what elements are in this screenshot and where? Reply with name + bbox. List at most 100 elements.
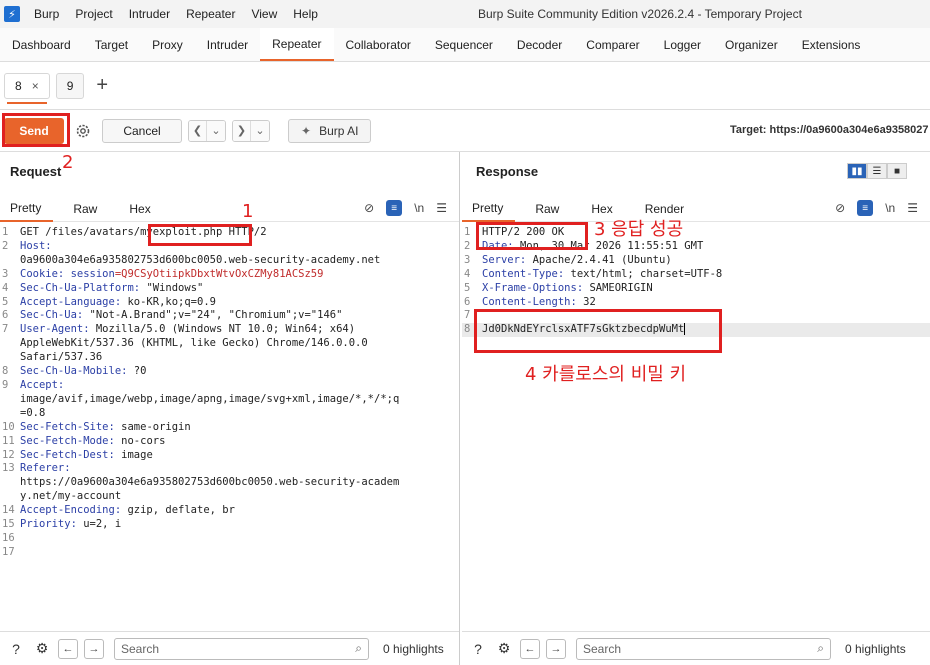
menu-help[interactable]: Help (285, 7, 326, 21)
search-input[interactable]: Search ⌕ (114, 637, 369, 660)
menu-icon[interactable]: ☰ (907, 201, 918, 215)
menu-burp[interactable]: Burp (26, 7, 67, 21)
menu-intruder[interactable]: Intruder (121, 7, 178, 21)
tab-sequencer[interactable]: Sequencer (423, 28, 505, 61)
tab-logger[interactable]: Logger (652, 28, 713, 61)
arrow-left-icon[interactable]: ← (520, 638, 540, 659)
arrow-right-icon[interactable]: → (84, 638, 104, 659)
code-line[interactable]: 5 X-Frame-Options: SAMEORIGIN (462, 282, 930, 296)
code-line[interactable]: Safari/537.36 (0, 351, 459, 365)
request-view-options: ⊘ ≡ \n ☰ (352, 200, 447, 216)
split-rows-icon[interactable]: ☰ (867, 163, 887, 179)
request-title: Request (10, 164, 62, 179)
repeater-tab-8[interactable]: 8 × (4, 72, 50, 104)
line-number (0, 254, 20, 268)
newline-toggle[interactable]: \n (885, 201, 895, 215)
arrow-left-icon[interactable]: ← (58, 638, 78, 659)
single-pane-icon[interactable]: ■ (887, 163, 907, 179)
line-number (0, 351, 20, 365)
line-number: 11 (2, 434, 15, 447)
search-placeholder: Search (583, 641, 622, 656)
help-icon[interactable]: ? (6, 639, 26, 659)
line-number: 8 (2, 365, 9, 378)
chevron-left-icon[interactable]: ❮ (189, 120, 207, 141)
code-line[interactable]: 3 Cookie: session=Q9CSyOtiipkDbxtWtvOxCZM… (0, 268, 459, 282)
request-editor[interactable]: 1 GET /files/avatars/myexploit.php HTTP/2… (0, 226, 459, 560)
chevron-down-icon[interactable]: ⌄ (251, 120, 269, 141)
code-line[interactable]: 9 Accept: (0, 379, 459, 393)
code-line[interactable]: 5 Accept-Language: ko-KR,ko;q=0.9 (0, 296, 459, 310)
tab-raw[interactable]: Raw (525, 196, 571, 222)
repeater-tab-9[interactable]: 9 (55, 72, 85, 99)
line-number: 2 (2, 239, 9, 252)
code-line[interactable]: 17 (0, 546, 459, 560)
cancel-button[interactable]: Cancel (102, 118, 182, 143)
tab-proxy[interactable]: Proxy (140, 28, 195, 61)
tab-target[interactable]: Target (83, 28, 140, 61)
list-icon[interactable]: ≡ (386, 200, 403, 216)
list-icon[interactable]: ≡ (857, 200, 874, 216)
tab-intruder[interactable]: Intruder (195, 28, 260, 61)
code-line[interactable]: =0.8 (0, 407, 459, 421)
search-input[interactable]: Search ⌕ (576, 637, 831, 660)
menu-icon[interactable]: ☰ (436, 201, 447, 215)
line-text: 0a9600a304e6a935802753d600bc0050.web-sec… (20, 253, 381, 266)
arrow-right-icon[interactable]: → (546, 638, 566, 659)
code-line[interactable]: image/avif,image/webp,image/apng,image/s… (0, 393, 459, 407)
code-line[interactable]: 4 Content-Type: text/html; charset=UTF-8 (462, 268, 930, 282)
burp-ai-button[interactable]: ✦ Burp AI (288, 118, 372, 143)
code-line[interactable]: 10 Sec-Fetch-Site: same-origin (0, 421, 459, 435)
help-icon[interactable]: ? (468, 639, 488, 659)
gear-icon[interactable]: ⚙ (494, 639, 514, 659)
eye-slash-icon[interactable]: ⊘ (835, 201, 845, 215)
repeater-subtabs: 8 × 9 + (0, 62, 930, 110)
response-search-bar: ? ⚙ ← → Search ⌕ 0 highlights (462, 631, 930, 665)
eye-slash-icon[interactable]: ⊘ (364, 201, 374, 215)
gear-icon[interactable] (72, 120, 94, 142)
tab-extensions[interactable]: Extensions (790, 28, 873, 61)
tab-pretty[interactable]: Pretty (0, 196, 54, 222)
code-line[interactable]: 16 (0, 532, 459, 546)
code-line[interactable]: 6 Content-Length: 32 (462, 296, 930, 310)
tab-organizer[interactable]: Organizer (713, 28, 790, 61)
line-text: Server: Apache/2.4.41 (Ubuntu) (482, 253, 672, 266)
tab-comparer[interactable]: Comparer (574, 28, 651, 61)
code-line[interactable]: 3 Server: Apache/2.4.41 (Ubuntu) (462, 254, 930, 268)
tab-collaborator[interactable]: Collaborator (334, 28, 423, 61)
code-line[interactable]: 11 Sec-Fetch-Mode: no-cors (0, 435, 459, 449)
code-line[interactable]: 6 Sec-Ch-Ua: "Not-A.Brand";v="24", "Chrom… (0, 309, 459, 323)
code-line[interactable]: AppleWebKit/537.36 (KHTML, like Gecko) C… (0, 337, 459, 351)
response-view-options: ⊘ ≡ \n ☰ (823, 200, 918, 216)
code-line[interactable]: https://0a9600a304e6a935802753d600bc0050… (0, 476, 459, 490)
menu-project[interactable]: Project (67, 7, 120, 21)
code-line[interactable]: 4 Sec-Ch-Ua-Platform: "Windows" (0, 282, 459, 296)
code-line[interactable]: 12 Sec-Fetch-Dest: image (0, 449, 459, 463)
tab-dashboard[interactable]: Dashboard (0, 28, 83, 61)
main-tabs: Dashboard Target Proxy Intruder Repeater… (0, 28, 930, 62)
code-line[interactable]: y.net/my-account (0, 490, 459, 504)
chevron-down-icon[interactable]: ⌄ (207, 120, 225, 141)
line-text: AppleWebKit/537.36 (KHTML, like Gecko) C… (20, 337, 368, 350)
code-line[interactable]: 7 User-Agent: Mozilla/5.0 (Windows NT 10.… (0, 323, 459, 337)
menu-view[interactable]: View (243, 7, 285, 21)
code-line[interactable]: 13 Referer: (0, 462, 459, 476)
code-line[interactable]: 8 Sec-Ch-Ua-Mobile: ?0 (0, 365, 459, 379)
gear-icon[interactable]: ⚙ (32, 639, 52, 659)
chevron-right-icon[interactable]: ❯ (233, 120, 251, 141)
split-columns-icon[interactable]: ▮▮ (847, 163, 867, 179)
annotation-box-status (476, 222, 588, 250)
close-icon[interactable]: × (32, 79, 39, 93)
tab-raw[interactable]: Raw (63, 196, 109, 222)
code-line[interactable]: 0a9600a304e6a935802753d600bc0050.web-sec… (0, 254, 459, 268)
code-line[interactable]: 15 Priority: u=2, i (0, 518, 459, 532)
tab-pretty[interactable]: Pretty (462, 196, 516, 222)
tab-hex[interactable]: Hex (119, 196, 162, 222)
menu-repeater[interactable]: Repeater (178, 7, 243, 21)
line-number: 9 (2, 378, 9, 391)
tab-repeater[interactable]: Repeater (260, 28, 334, 61)
code-line[interactable]: 14 Accept-Encoding: gzip, deflate, br (0, 504, 459, 518)
plus-icon[interactable]: + (96, 74, 108, 97)
target-url[interactable]: Target: https://0a9600a304e6a9358027 (730, 124, 929, 136)
newline-toggle[interactable]: \n (414, 201, 424, 215)
tab-decoder[interactable]: Decoder (505, 28, 574, 61)
